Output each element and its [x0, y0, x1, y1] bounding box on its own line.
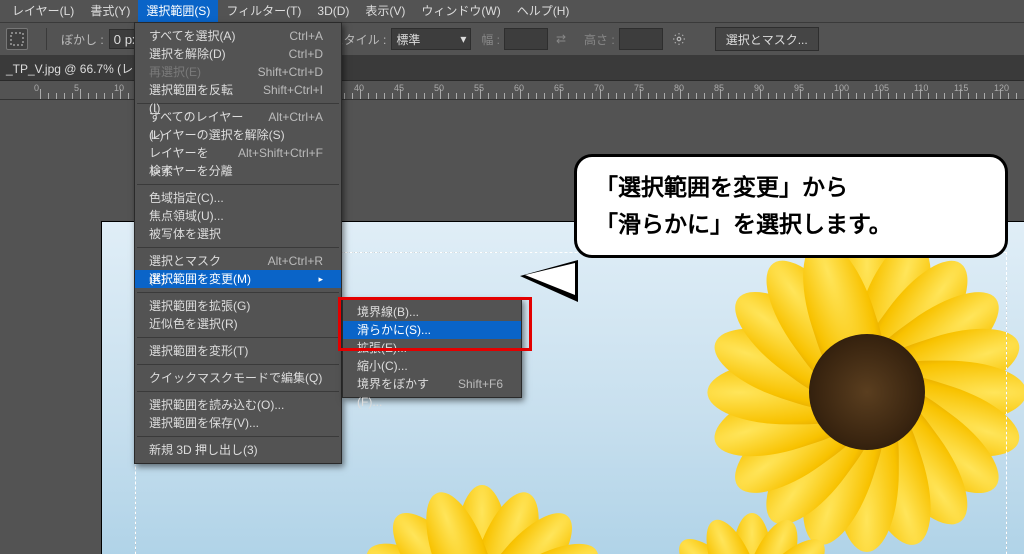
menu-item[interactable]: 選択範囲を変更(M)	[135, 270, 341, 288]
menu-item[interactable]: 選択範囲を読み込む(O)...	[135, 396, 341, 414]
modify-selection-submenu: 境界線(B)...滑らかに(S)...拡張(E)...縮小(C)...境界をぼか…	[342, 298, 522, 398]
menu-item[interactable]: 選択範囲を変形(T)	[135, 342, 341, 360]
submenu-item[interactable]: 境界線(B)...	[343, 303, 521, 321]
menu-item[interactable]: 被写体を選択	[135, 225, 341, 243]
menu-filter[interactable]: フィルター(T)	[218, 0, 309, 22]
marquee-tool-icon[interactable]	[6, 28, 28, 50]
width-label: 幅 :	[481, 31, 500, 48]
height-label: 高さ :	[584, 31, 615, 48]
menu-item[interactable]: クイックマスクモードで編集(Q)	[135, 369, 341, 387]
style-dropdown[interactable]: 標準▾	[391, 28, 471, 50]
menu-item[interactable]: 選択範囲を反転(I)Shift+Ctrl+I	[135, 81, 341, 99]
menu-item[interactable]: 選択範囲を保存(V)...	[135, 414, 341, 432]
menu-item[interactable]: 新規 3D 押し出し(3)	[135, 441, 341, 459]
select-and-mask-button[interactable]: 選択とマスク...	[715, 27, 819, 51]
menu-item[interactable]: 選択を解除(D)Ctrl+D	[135, 45, 341, 63]
menu-window[interactable]: ウィンドウ(W)	[413, 0, 508, 22]
link-wh-icon[interactable]: ⇄	[552, 30, 570, 48]
separator	[46, 28, 47, 50]
menu-item[interactable]: 近似色を選択(R)	[135, 315, 341, 333]
submenu-item[interactable]: 拡張(E)...	[343, 339, 521, 357]
gear-icon[interactable]	[669, 29, 689, 49]
submenu-item[interactable]: 滑らかに(S)...	[343, 321, 521, 339]
menu-item[interactable]: レイヤーを分離	[135, 162, 341, 180]
menu-view[interactable]: 表示(V)	[357, 0, 413, 22]
callout-line2: 「滑らかに」を選択します。	[595, 206, 987, 243]
menu-select[interactable]: 選択範囲(S)	[138, 0, 218, 22]
menu-item[interactable]: すべてのレイヤー(L)Alt+Ctrl+A	[135, 108, 341, 126]
menu-item[interactable]: 再選択(E)Shift+Ctrl+D	[135, 63, 341, 81]
menu-item[interactable]: レイヤーを検索Alt+Shift+Ctrl+F	[135, 144, 341, 162]
callout-bubble: 「選択範囲を変更」から 「滑らかに」を選択します。	[574, 154, 1008, 258]
menu-item[interactable]: レイヤーの選択を解除(S)	[135, 126, 341, 144]
menu-help[interactable]: ヘルプ(H)	[509, 0, 578, 22]
select-menu-dropdown: すべてを選択(A)Ctrl+A選択を解除(D)Ctrl+D再選択(E)Shift…	[134, 22, 342, 464]
submenu-item[interactable]: 縮小(C)...	[343, 357, 521, 375]
callout-line1: 「選択範囲を変更」から	[595, 169, 987, 206]
document-tab-title[interactable]: _TP_V.jpg @ 66.7% (レイ	[6, 60, 145, 77]
menu-item[interactable]: 選択とマスク(K)...Alt+Ctrl+R	[135, 252, 341, 270]
menu-layer[interactable]: レイヤー(L)	[4, 0, 82, 22]
menu-format[interactable]: 書式(Y)	[82, 0, 138, 22]
menu-3d[interactable]: 3D(D)	[309, 0, 357, 22]
menu-item[interactable]: すべてを選択(A)Ctrl+A	[135, 27, 341, 45]
width-input[interactable]	[504, 28, 548, 50]
submenu-item[interactable]: 境界をぼかす(F)...Shift+F6	[343, 375, 521, 393]
menu-item[interactable]: 焦点領域(U)...	[135, 207, 341, 225]
menu-item[interactable]: 色域指定(C)...	[135, 189, 341, 207]
menubar: レイヤー(L) 書式(Y) 選択範囲(S) フィルター(T) 3D(D) 表示(…	[0, 0, 1024, 23]
height-input[interactable]	[619, 28, 663, 50]
blur-label: ぼかし :	[61, 31, 104, 48]
menu-item[interactable]: 選択範囲を拡張(G)	[135, 297, 341, 315]
chevron-down-icon: ▾	[460, 32, 466, 46]
